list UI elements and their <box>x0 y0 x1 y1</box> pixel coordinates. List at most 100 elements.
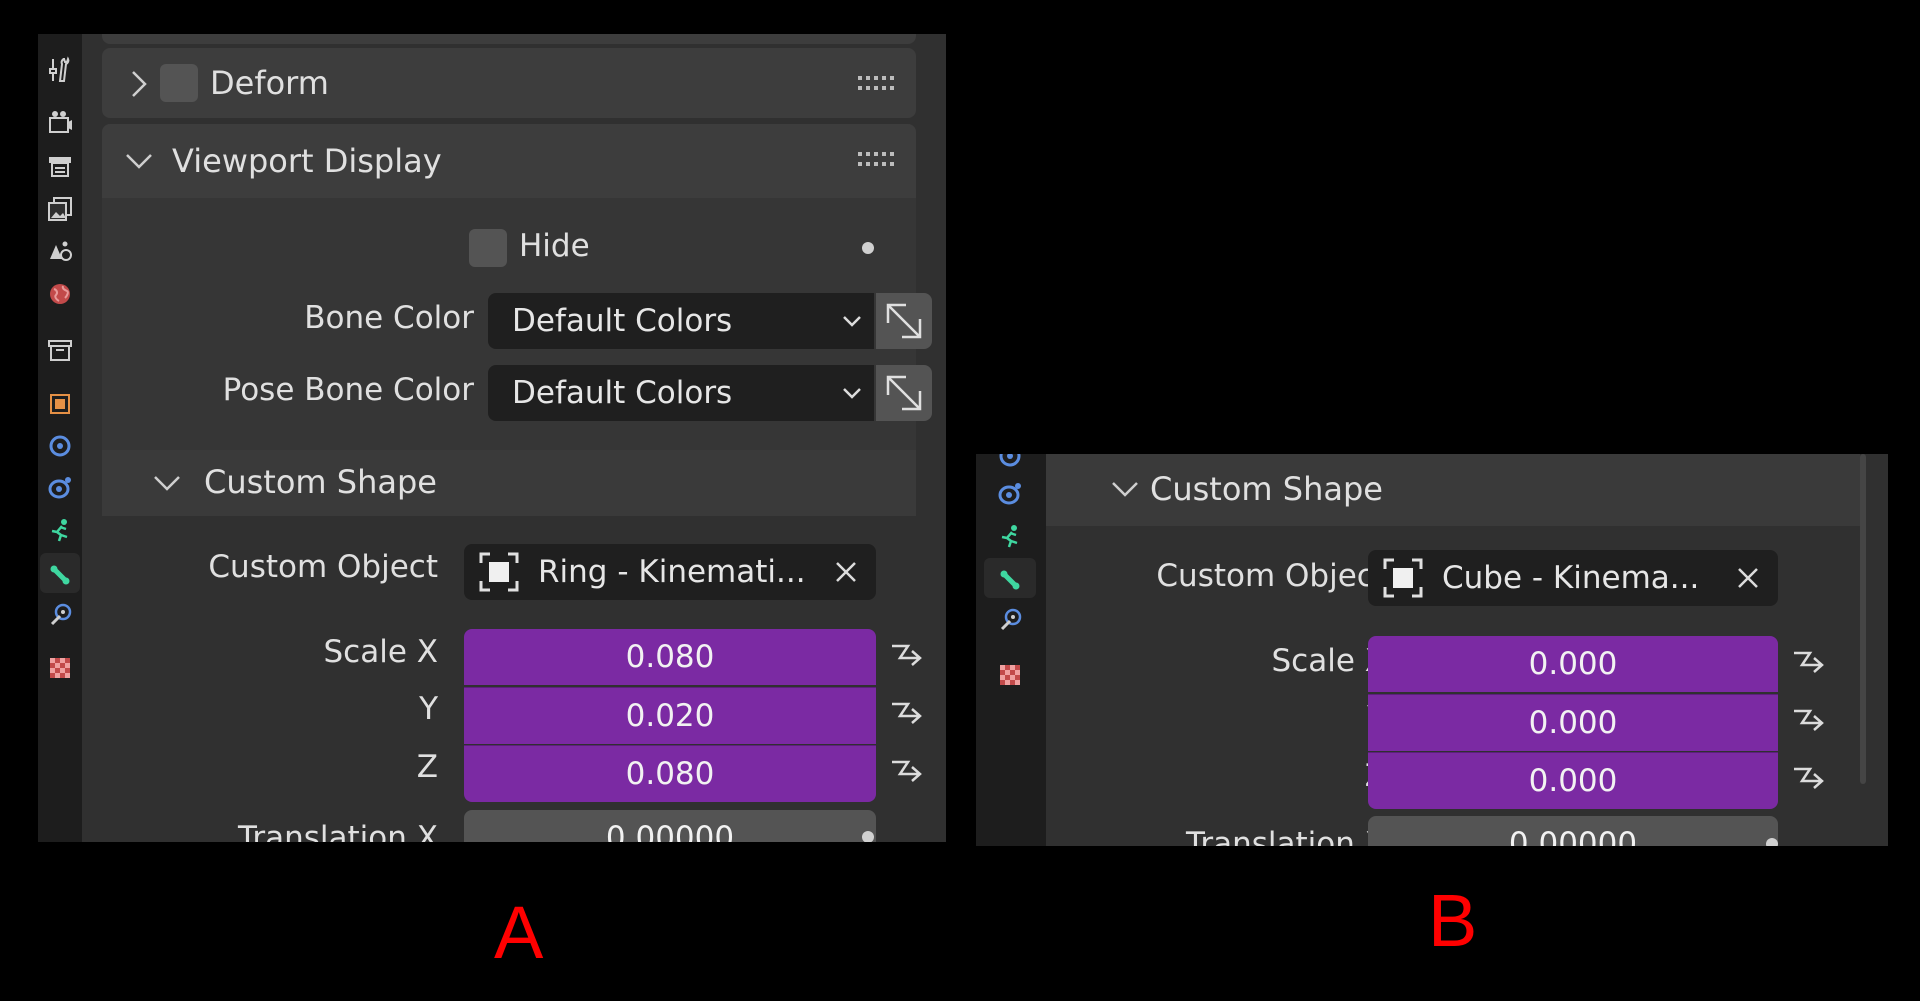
properties-content: Deform Viewport Display Hide Bone Color … <box>82 34 946 842</box>
custom-object-label: Custom Object <box>1156 558 1386 594</box>
translation-x-field[interactable]: 0.00000 <box>1368 816 1778 846</box>
translation-x-field[interactable]: 0.00000 <box>464 810 876 842</box>
object-data-icon <box>1383 558 1423 598</box>
pose-bone-color-dropdown[interactable]: Default Colors <box>488 365 874 421</box>
tab-world[interactable] <box>40 274 80 314</box>
scale-y-field[interactable]: 0.000 <box>1368 694 1778 751</box>
scale-y-value: 0.020 <box>625 698 715 734</box>
viewport-display-title: Viewport Display <box>172 142 442 180</box>
tab-particles[interactable] <box>990 474 1030 514</box>
tab-view-layer[interactable] <box>40 189 80 229</box>
tab-modifier[interactable] <box>40 426 80 466</box>
world-icon <box>50 284 70 304</box>
tab-object[interactable] <box>40 384 80 424</box>
tab-output[interactable] <box>40 146 80 186</box>
chevron-down-icon <box>1112 482 1138 497</box>
bone-color-sync-button[interactable] <box>876 293 932 349</box>
scrollbar[interactable] <box>1860 454 1866 784</box>
deform-checkbox[interactable] <box>160 64 198 102</box>
close-icon[interactable] <box>834 560 858 584</box>
driver-icon[interactable] <box>1790 647 1828 685</box>
custom-object-value: Cube - Kinema... <box>1442 560 1700 596</box>
translation-x-value: 0.00000 <box>605 820 735 842</box>
scale-x-field[interactable]: 0.000 <box>1368 636 1778 692</box>
scale-x-label: Scale X <box>1271 643 1387 679</box>
scale-y-label: Y <box>419 691 438 727</box>
chevron-down-icon <box>154 476 180 491</box>
custom-object-field[interactable]: Cube - Kinema... <box>1368 550 1778 606</box>
tab-scene[interactable] <box>40 231 80 271</box>
close-icon[interactable] <box>1736 566 1760 590</box>
sync-arrows-icon <box>886 303 922 339</box>
texture-icon <box>1000 665 1020 685</box>
grip-handle-icon[interactable] <box>858 152 894 168</box>
bone-color-value: Default Colors <box>512 303 733 339</box>
sync-arrows-icon <box>886 375 922 411</box>
custom-object-value: Ring - Kinemati... <box>538 554 806 590</box>
caption-a: A <box>494 891 544 974</box>
translation-x-label: Translation X <box>237 820 438 842</box>
tab-tool[interactable] <box>40 50 80 90</box>
collection-icon <box>48 340 72 361</box>
properties-panel-a: Deform Viewport Display Hide Bone Color … <box>38 34 946 842</box>
driver-icon[interactable] <box>1790 763 1828 801</box>
tool-icon <box>49 56 70 82</box>
scale-z-value: 0.000 <box>1528 763 1618 799</box>
tab-bone[interactable] <box>40 553 80 593</box>
particles-icon <box>48 477 71 499</box>
properties-tab-strip <box>38 34 82 842</box>
properties-panel-b: Custom Shape Custom Object Cube - Kinema… <box>976 454 1888 846</box>
keyframe-dot-icon[interactable] <box>862 242 874 254</box>
driver-icon[interactable] <box>888 756 926 794</box>
custom-object-field[interactable]: Ring - Kinemati... <box>464 544 876 600</box>
scale-y-field[interactable]: 0.020 <box>464 687 876 744</box>
pose-bone-color-sync-button[interactable] <box>876 365 932 421</box>
properties-tab-strip <box>976 454 1046 846</box>
hide-checkbox[interactable] <box>469 229 507 267</box>
hide-label: Hide <box>519 228 590 264</box>
viewport-display-header[interactable]: Viewport Display <box>102 124 916 198</box>
bone-constraint-icon <box>50 603 72 626</box>
object-data-icon <box>479 552 519 592</box>
custom-shape-title: Custom Shape <box>1150 470 1383 508</box>
driver-icon[interactable] <box>1790 705 1828 743</box>
bone-constraint-icon <box>1000 608 1022 631</box>
bone-color-label: Bone Color <box>304 300 474 336</box>
scale-y-value: 0.000 <box>1528 705 1618 741</box>
keyframe-dot-icon[interactable] <box>1766 838 1778 846</box>
bone-color-dropdown[interactable]: Default Colors <box>488 293 874 349</box>
driver-icon[interactable] <box>888 640 926 678</box>
tab-texture[interactable] <box>40 648 80 688</box>
tab-collection[interactable] <box>40 330 80 370</box>
custom-object-label: Custom Object <box>208 549 438 585</box>
tab-particles[interactable] <box>40 468 80 508</box>
tab-physics[interactable] <box>40 510 80 550</box>
tab-physics[interactable] <box>990 516 1030 556</box>
physics-icon <box>51 519 68 542</box>
custom-shape-subheader[interactable]: Custom Shape <box>102 450 916 516</box>
modifier-icon <box>49 435 71 457</box>
caption-b: B <box>1428 879 1478 962</box>
chevron-right-icon <box>132 71 147 97</box>
texture-icon <box>50 658 70 678</box>
tab-bone[interactable] <box>984 558 1036 598</box>
physics-icon <box>1001 525 1018 548</box>
tab-render[interactable] <box>40 103 80 143</box>
tab-bone-constraint[interactable] <box>990 600 1030 640</box>
tab-texture[interactable] <box>990 655 1030 695</box>
scene-icon <box>50 241 72 261</box>
scale-x-field[interactable]: 0.080 <box>464 629 876 685</box>
custom-shape-title: Custom Shape <box>204 463 437 501</box>
keyframe-dot-icon[interactable] <box>862 831 874 842</box>
translation-x-value: 0.00000 <box>1508 826 1638 846</box>
custom-shape-subheader[interactable]: Custom Shape <box>1046 454 1860 526</box>
render-icon <box>49 111 72 133</box>
deform-section-header[interactable]: Deform <box>102 48 916 118</box>
tab-modifier[interactable] <box>990 454 1030 476</box>
driver-icon[interactable] <box>888 698 926 736</box>
scale-z-field[interactable]: 0.000 <box>1368 752 1778 809</box>
grip-handle-icon[interactable] <box>858 76 894 92</box>
scale-z-field[interactable]: 0.080 <box>464 745 876 802</box>
particles-icon <box>998 483 1021 505</box>
tab-bone-constraint[interactable] <box>40 595 80 635</box>
